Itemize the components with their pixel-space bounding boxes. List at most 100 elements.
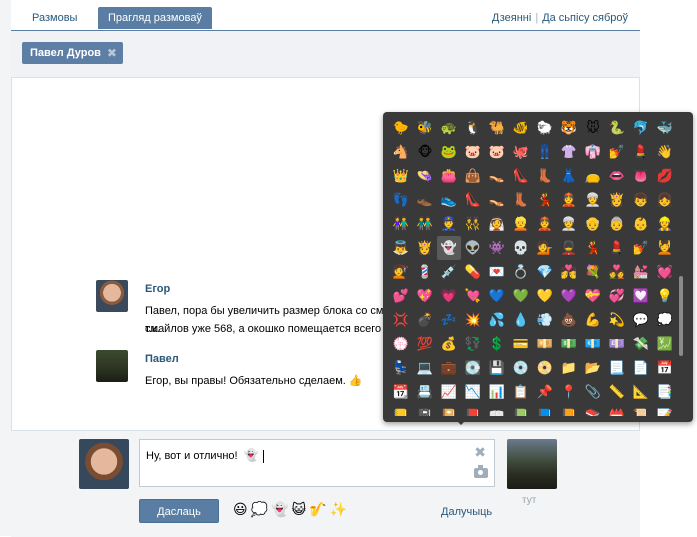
emoji-cell[interactable]: 👠 bbox=[461, 188, 485, 212]
emoji-cell[interactable]: 📏 bbox=[605, 380, 629, 404]
emoji-cell[interactable]: 📝 bbox=[653, 404, 677, 416]
emoji-cell[interactable]: 💉 bbox=[437, 260, 461, 284]
emoji-cell[interactable]: 👰 bbox=[485, 212, 509, 236]
emoji-cell[interactable]: 🐷 bbox=[485, 140, 509, 164]
emoji-cell[interactable]: 💧 bbox=[509, 308, 533, 332]
emoji-cell[interactable]: 💬 bbox=[629, 308, 653, 332]
emoji-cell[interactable]: 📑 bbox=[653, 380, 677, 404]
emoji-cell[interactable]: 👷 bbox=[653, 212, 677, 236]
quick-emoji-bar[interactable]: 😃💭👻😺🎷✨ bbox=[233, 501, 350, 518]
emoji-cell[interactable]: 📄 bbox=[629, 356, 653, 380]
emoji-cell[interactable]: 💥 bbox=[461, 308, 485, 332]
emoji-cell[interactable]: 👸 bbox=[413, 236, 437, 260]
emoji-cell[interactable]: 💳 bbox=[509, 332, 533, 356]
tab-conversations[interactable]: Размовы bbox=[22, 7, 87, 29]
emoji-cell[interactable]: 💝 bbox=[581, 284, 605, 308]
emoji-cell[interactable]: 👬 bbox=[413, 212, 437, 236]
emoji-cell[interactable]: 💲 bbox=[485, 332, 509, 356]
emoji-cell[interactable]: 👗 bbox=[557, 164, 581, 188]
emoji-cell[interactable]: 👫 bbox=[389, 212, 413, 236]
emoji-cell[interactable]: 💅 bbox=[605, 140, 629, 164]
emoji-cell[interactable]: 🐝 bbox=[413, 116, 437, 140]
emoji-cell[interactable]: 📈 bbox=[437, 380, 461, 404]
emoji-cell[interactable]: 💮 bbox=[389, 332, 413, 356]
emoji-cell[interactable]: 👦 bbox=[629, 188, 653, 212]
emoji-cell[interactable]: 👝 bbox=[581, 164, 605, 188]
emoji-cell[interactable]: 📌 bbox=[533, 380, 557, 404]
emoji-cell[interactable]: 💯 bbox=[413, 332, 437, 356]
emoji-cell[interactable]: 🐙 bbox=[509, 140, 533, 164]
emoji-cell[interactable]: 📘 bbox=[533, 404, 557, 416]
emoji-cell[interactable]: 💫 bbox=[605, 308, 629, 332]
emoji-cell[interactable]: 💟 bbox=[629, 284, 653, 308]
emoji-cell[interactable]: 👅 bbox=[629, 164, 653, 188]
emoji-cell[interactable]: 💄 bbox=[605, 236, 629, 260]
emoji-cell[interactable]: 💄 bbox=[629, 140, 653, 164]
emoji-cell[interactable]: 📚 bbox=[581, 404, 605, 416]
emoji-cell[interactable]: 💛 bbox=[533, 284, 557, 308]
add-to-friends-link[interactable]: Да сьпісу сяброў bbox=[542, 12, 628, 24]
emoji-cell[interactable]: 💵 bbox=[557, 332, 581, 356]
emoji-cell[interactable]: 📉 bbox=[461, 380, 485, 404]
emoji-cell[interactable]: 👳 bbox=[581, 188, 605, 212]
emoji-cell[interactable]: 👒 bbox=[413, 164, 437, 188]
emoji-cell[interactable]: 📃 bbox=[605, 356, 629, 380]
emoji-cell[interactable]: 🐯 bbox=[557, 116, 581, 140]
emoji-cell[interactable]: 💙 bbox=[485, 284, 509, 308]
emoji-cell[interactable]: 👵 bbox=[605, 212, 629, 236]
emoji-cell[interactable]: 💭 bbox=[653, 308, 677, 332]
emoji-cell[interactable]: 📙 bbox=[557, 404, 581, 416]
emoji-cell[interactable]: 👳 bbox=[557, 212, 581, 236]
emoji-cell[interactable]: 👼 bbox=[389, 236, 413, 260]
emoji-cell[interactable]: 💅 bbox=[629, 236, 653, 260]
emoji-cell[interactable]: 💨 bbox=[533, 308, 557, 332]
emoji-cell[interactable]: 💃 bbox=[533, 188, 557, 212]
avatar-egor[interactable] bbox=[96, 280, 128, 312]
camera-icon[interactable] bbox=[474, 465, 488, 478]
emoji-cell[interactable]: 💃 bbox=[581, 236, 605, 260]
emoji-cell[interactable]: 📁 bbox=[557, 356, 581, 380]
emoji-cell[interactable]: 💞 bbox=[605, 284, 629, 308]
emoji-cell[interactable]: 👞 bbox=[413, 188, 437, 212]
emoji-cell[interactable]: 💁 bbox=[533, 236, 557, 260]
message-author[interactable]: Егор bbox=[145, 283, 170, 295]
emoji-cell[interactable]: 🐍 bbox=[605, 116, 629, 140]
emoji-cell[interactable]: 👢 bbox=[533, 164, 557, 188]
emoji-cell[interactable]: 👢 bbox=[509, 188, 533, 212]
message-input[interactable]: Ну, вот и отлично! 👻 ✖ bbox=[139, 439, 495, 487]
emoji-cell[interactable]: 💾 bbox=[485, 356, 509, 380]
emoji-cell[interactable]: 🐴 bbox=[389, 140, 413, 164]
emoji-cell[interactable]: 💴 bbox=[533, 332, 557, 356]
emoji-cell[interactable]: 💷 bbox=[605, 332, 629, 356]
emoji-cell[interactable]: 💦 bbox=[485, 308, 509, 332]
avatar-pavel[interactable] bbox=[96, 350, 128, 382]
emoji-cell[interactable]: 💚 bbox=[509, 284, 533, 308]
emoji-cell[interactable]: 💶 bbox=[581, 332, 605, 356]
emoji-cell[interactable]: 💓 bbox=[653, 260, 677, 284]
emoji-cell[interactable]: 💐 bbox=[581, 260, 605, 284]
emoji-cell[interactable]: 💑 bbox=[605, 260, 629, 284]
emoji-cell[interactable]: 👸 bbox=[605, 188, 629, 212]
emoji-cell[interactable]: 🐤 bbox=[389, 116, 413, 140]
emoji-cell[interactable]: 🐑 bbox=[533, 116, 557, 140]
emoji-cell[interactable]: 📇 bbox=[413, 380, 437, 404]
emoji-cell[interactable]: 👚 bbox=[557, 140, 581, 164]
emoji-cell[interactable]: 👛 bbox=[437, 164, 461, 188]
emoji-cell[interactable]: 💂 bbox=[557, 236, 581, 260]
emoji-cell[interactable]: 💩 bbox=[557, 308, 581, 332]
emoji-cell[interactable]: 💆 bbox=[653, 236, 677, 260]
emoji-cell[interactable]: 💌 bbox=[485, 260, 509, 284]
emoji-cell[interactable]: 👻 bbox=[437, 236, 461, 260]
emoji-cell[interactable]: 👯 bbox=[461, 212, 485, 236]
emoji-cell[interactable]: 💋 bbox=[653, 164, 677, 188]
emoji-cell[interactable]: 📛 bbox=[605, 404, 629, 416]
emoji-cell[interactable]: 👱 bbox=[509, 212, 533, 236]
emoji-cell[interactable]: 👟 bbox=[437, 188, 461, 212]
emoji-cell[interactable]: 📊 bbox=[485, 380, 509, 404]
emoji-cell[interactable]: 💖 bbox=[413, 284, 437, 308]
emoji-cell[interactable]: 💡 bbox=[653, 284, 677, 308]
emoji-cell[interactable]: 📆 bbox=[389, 380, 413, 404]
send-button[interactable]: Даслаць bbox=[139, 499, 219, 523]
emoji-cell[interactable]: 📎 bbox=[581, 380, 605, 404]
emoji-cell[interactable]: 🐧 bbox=[461, 116, 485, 140]
